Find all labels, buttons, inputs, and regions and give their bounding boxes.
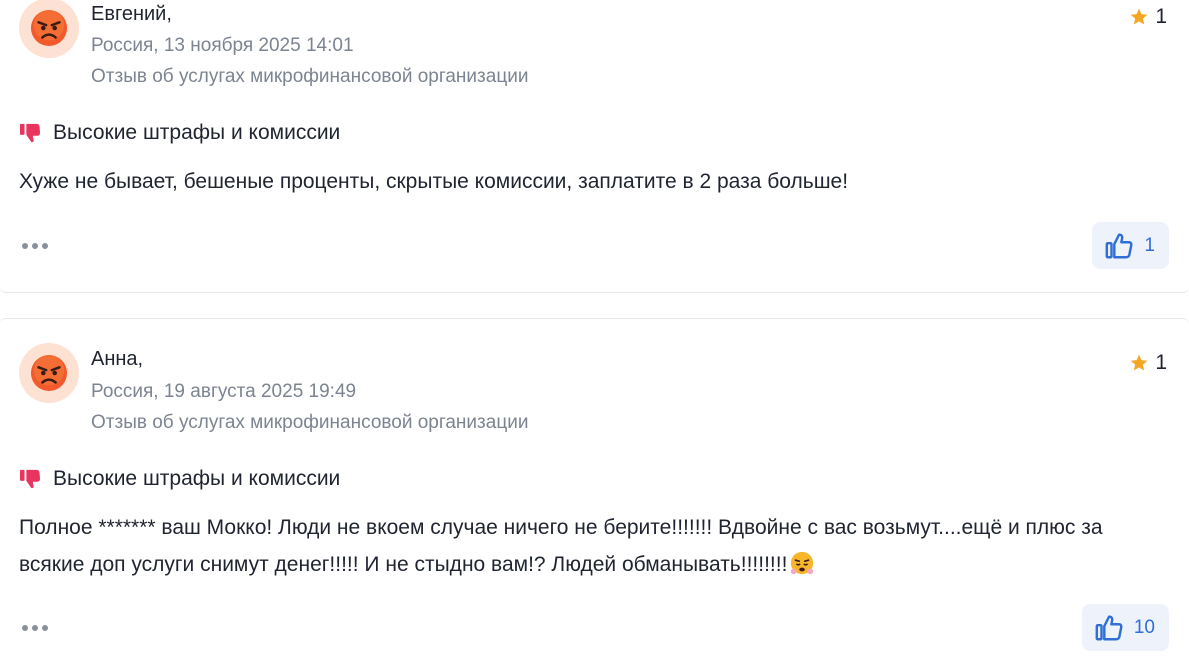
review-text-block: Полное ******* ваш Мокко! Люди не вкоем … (19, 509, 1167, 583)
star-icon (1130, 8, 1148, 25)
more-options-button[interactable] (22, 625, 48, 631)
angry-face-icon (30, 354, 68, 392)
review-location-date: Россия, 13 ноября 2025 14:01 (91, 35, 354, 56)
like-count: 10 (1133, 616, 1155, 638)
review-category: Отзыв об услугах микрофинансовой организ… (91, 412, 529, 433)
avatar (19, 343, 79, 403)
review-text: Полное ******* ваш Мокко! Люди не вкоем … (19, 516, 1103, 576)
star-icon (1130, 354, 1148, 371)
rating-value: 1 (1155, 351, 1167, 374)
rating-value: 1 (1155, 5, 1167, 28)
review-card: Евгений, Россия, 13 ноября 2025 14:01 От… (0, 0, 1189, 293)
review-tag: Высокие штрафы и комиссии (19, 467, 340, 491)
thumbs-up-icon (1095, 614, 1123, 640)
review-category: Отзыв об услугах микрофинансовой организ… (91, 66, 529, 87)
thumbs-up-icon (1106, 232, 1133, 258)
review-location-date: Россия, 19 августа 2025 19:49 (91, 381, 357, 402)
thumbs-down-icon (20, 469, 40, 489)
angry-face-icon (30, 9, 68, 47)
review-tag: Высокие штрафы и комиссии (19, 121, 340, 145)
review-author: Анна, (91, 348, 144, 370)
tag-label: Высокие штрафы и комиссии (53, 467, 341, 490)
more-dots-icon (22, 625, 28, 631)
like-button[interactable]: 10 (1081, 604, 1169, 651)
more-dots-icon (22, 243, 28, 249)
like-count: 1 (1144, 234, 1155, 256)
review-text: Хуже не бывает, бешеные проценты, скрыты… (19, 170, 849, 193)
avatar (19, 0, 79, 58)
more-options-button[interactable] (22, 243, 48, 249)
review-rating: 1 (1129, 351, 1167, 375)
review-rating: 1 (1129, 5, 1167, 29)
thumbs-down-icon (20, 123, 40, 143)
review-card: Анна, Россия, 19 августа 2025 19:49 Отзы… (0, 318, 1189, 664)
review-author: Евгений, (91, 3, 172, 25)
like-button[interactable]: 1 (1092, 222, 1169, 269)
tag-label: Высокие штрафы и комиссии (53, 121, 341, 144)
huffing-face-icon (791, 551, 814, 575)
